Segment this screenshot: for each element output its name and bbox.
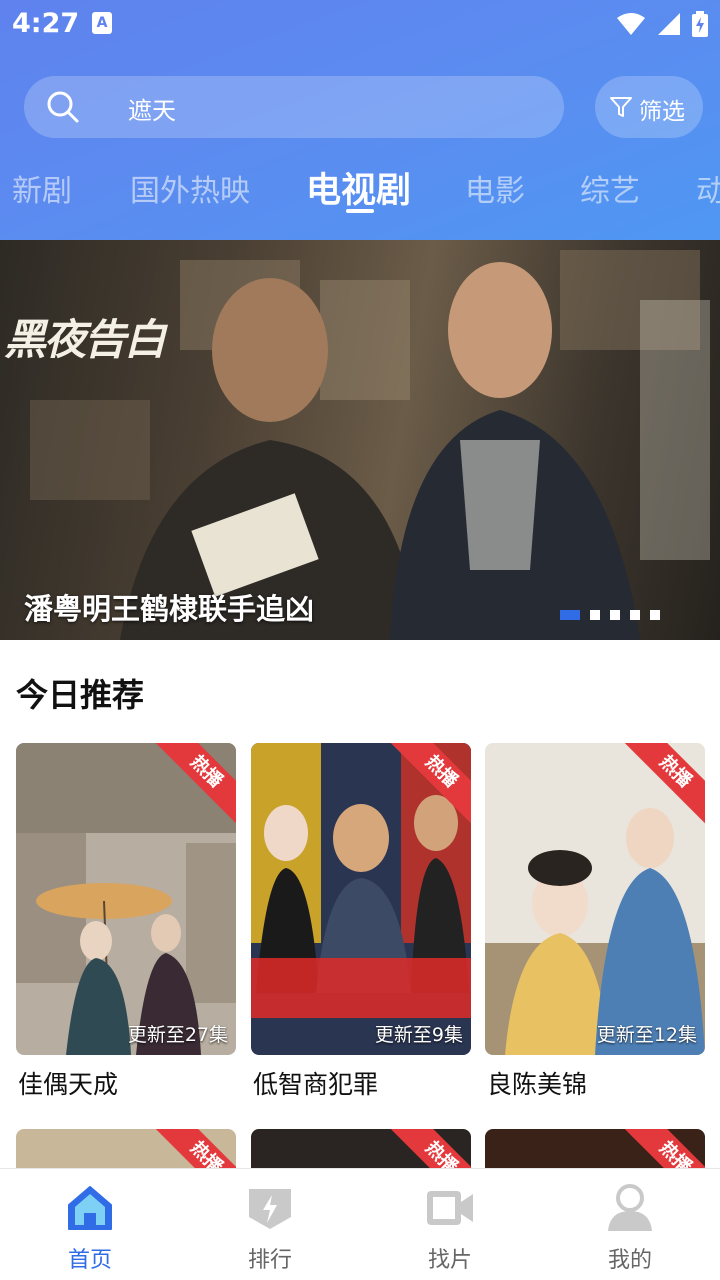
banner-caption: 潘粤明王鹤棣联手追凶 [24,592,315,626]
section-title: 今日推荐 [16,676,145,714]
pagination-dot[interactable] [650,610,660,620]
active-tab-indicator [346,209,374,213]
category-tabs: 新剧 国外热映 电视剧 电影 综艺 动 [0,158,720,218]
status-time: 4:27 [12,8,80,39]
tab-tv-series[interactable]: 电视剧 [306,162,411,213]
episode-update: 更新至27集 [127,1024,228,1046]
wifi-icon [617,13,645,35]
episode-update: 更新至9集 [374,1024,463,1046]
pagination-dot[interactable] [630,610,640,620]
show-title: 良陈美锦 [487,1070,588,1099]
poster-image: 热播 更新至9集 [251,743,471,1055]
tab-new-dramas[interactable]: 新剧 [12,166,72,210]
search-placeholder: 遮天 [128,97,176,125]
hero-banner[interactable]: 黑夜告白 潘粤明王鹤棣联手追凶 [0,240,720,640]
header: 4:27 A 遮天 筛选 新剧 国外热映 电视剧 电影 综艺 动 [0,0,720,240]
home-icon [68,1186,112,1230]
bottom-nav: 首页 排行 找片 我的 [0,1168,720,1280]
nav-label: 找片 [427,1248,472,1273]
search-input[interactable]: 遮天 [24,76,564,138]
battery-icon [692,11,708,37]
show-card[interactable]: 热播 更新至9集 低智商犯罪 [251,743,471,1099]
status-bar: 4:27 A [0,0,720,48]
nav-discover[interactable]: 找片 [360,1169,540,1280]
nav-ranking[interactable]: 排行 [180,1169,360,1280]
poster-image: 热播 更新至12集 [485,743,705,1055]
banner-artwork [30,250,710,640]
show-card[interactable]: 热播 更新至12集 良陈美锦 [485,743,705,1099]
filter-icon [610,97,632,117]
search-icon [47,91,79,123]
pagination-dot[interactable] [610,610,620,620]
pagination-dot[interactable] [560,610,580,620]
show-card[interactable]: 热播 更新至27集 佳偶天成 [16,743,236,1099]
show-title: 低智商犯罪 [253,1070,379,1099]
ranking-icon [249,1189,291,1229]
tab-overseas-hits[interactable]: 国外热映 [130,166,250,210]
banner-title-art: 黑夜告白 [4,315,166,364]
episode-update: 更新至12集 [596,1024,697,1046]
profile-icon [608,1184,652,1231]
filter-label: 筛选 [639,99,685,125]
poster-image: 热播 更新至27集 [16,743,236,1055]
nav-label: 首页 [67,1248,112,1273]
notification-icon: A [92,12,112,34]
nav-home[interactable]: 首页 [0,1169,180,1280]
nav-label: 排行 [247,1248,292,1273]
video-camera-icon [427,1191,473,1225]
pagination-dot[interactable] [590,610,600,620]
tab-movies[interactable]: 电影 [465,166,525,210]
app-screen: 4:27 A 遮天 筛选 新剧 国外热映 电视剧 电影 综艺 动 黑夜告白 潘粤… [0,0,720,1280]
show-title: 佳偶天成 [18,1070,119,1099]
nav-profile[interactable]: 我的 [540,1169,720,1280]
signal-icon [658,13,680,35]
tab-variety[interactable]: 综艺 [580,166,640,210]
filter-button[interactable]: 筛选 [595,76,703,138]
tab-animation[interactable]: 动 [696,166,720,210]
status-icons [616,10,708,38]
banner-pagination [560,610,660,620]
nav-label: 我的 [607,1248,652,1273]
